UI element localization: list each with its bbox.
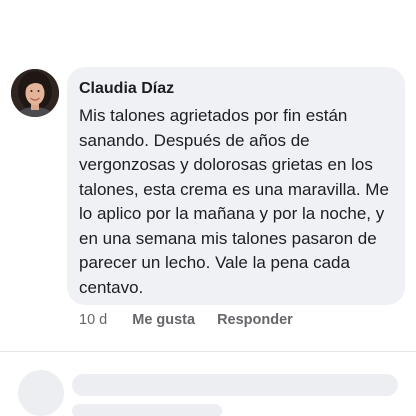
avatar[interactable]: [11, 69, 59, 117]
reply-button[interactable]: Responder: [217, 312, 293, 328]
comment-text: Mis talones agrietados por fin están san…: [79, 106, 389, 297]
comment-thread: Claudia Díaz Mis talones agrietados por …: [0, 0, 416, 416]
placeholder-line: [72, 374, 398, 396]
comment-timestamp[interactable]: 10 d: [79, 312, 107, 328]
like-button[interactable]: Me gusta: [132, 312, 195, 328]
comment-author[interactable]: Claudia Díaz: [79, 79, 393, 99]
comment-actions: 10 d Me gusta Responder: [79, 310, 293, 330]
loading-comment-placeholder: [0, 352, 416, 416]
profile-photo-icon: [11, 69, 59, 117]
comment: Claudia Díaz Mis talones agrietados por …: [0, 0, 416, 352]
comment-bubble: Claudia Díaz Mis talones agrietados por …: [67, 67, 405, 305]
placeholder-line: [72, 404, 222, 416]
placeholder-avatar: [18, 370, 64, 416]
